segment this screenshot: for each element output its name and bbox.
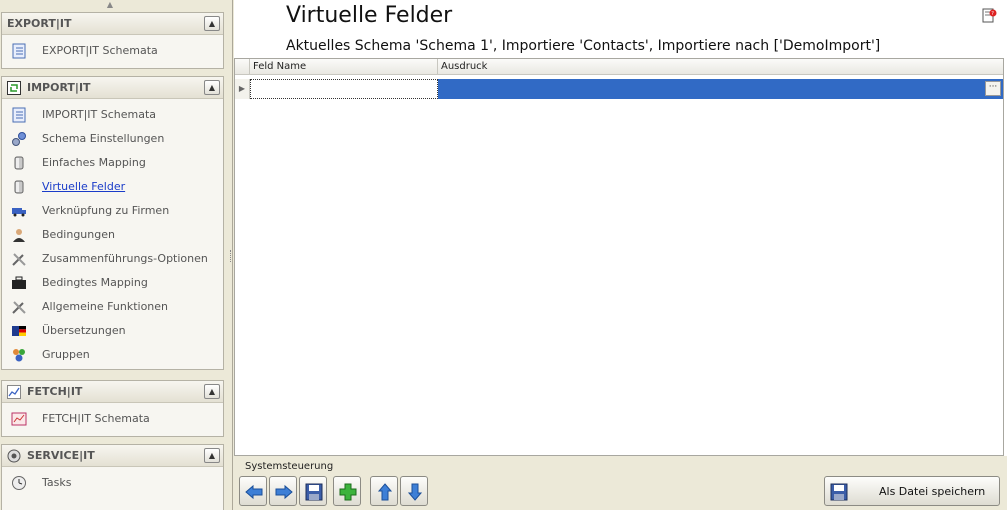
plus-icon (339, 483, 357, 501)
cell-ausdruck[interactable]: ··· (438, 79, 1003, 99)
group-export-it: EXPORT|IT ▲ EXPORT|IT Schemata (1, 12, 224, 69)
group-title: FETCH|IT (27, 385, 83, 398)
back-button[interactable] (239, 476, 267, 506)
group-header-export-it[interactable]: EXPORT|IT ▲ (2, 13, 223, 35)
virtual-fields-grid[interactable]: Feld Name Ausdruck ▶ ··· (234, 58, 1004, 456)
list-icon (12, 43, 26, 59)
save-button[interactable] (299, 476, 327, 506)
service-icon (7, 449, 21, 463)
sidebar-item-label: Gruppen (42, 348, 90, 361)
chart-icon (7, 385, 21, 399)
sidebar-item-label: Bedingtes Mapping (42, 276, 148, 289)
cell-feld-name[interactable] (250, 79, 438, 99)
chart-icon (11, 412, 27, 426)
sidebar-item-verknuepfung[interactable]: Verknüpfung zu Firmen (11, 201, 221, 221)
sidebar-item-uebersetzungen[interactable]: Übersetzungen (11, 321, 221, 341)
floppy-disk-icon (830, 483, 848, 501)
import-icon (7, 81, 21, 95)
help-icon[interactable]: ? (981, 8, 997, 24)
sidebar-item-label: Übersetzungen (42, 324, 126, 337)
group-header-fetch-it[interactable]: FETCH|IT ▲ (2, 381, 223, 403)
group-import-it: IMPORT|IT ▲ IMPORT|IT Schemata Schema Ei… (1, 76, 224, 370)
sidebar-item-label: Einfaches Mapping (42, 156, 146, 169)
sidebar-item-label: Zusammenführungs-Optionen (42, 252, 208, 265)
sidebar-item-schema-einstellungen[interactable]: Schema Einstellungen (11, 129, 221, 149)
scroll-up-icon[interactable]: ▲ (104, 1, 116, 9)
collapse-icon[interactable]: ▲ (204, 384, 220, 399)
truck-icon (12, 208, 26, 217)
column-header-ausdruck[interactable]: Ausdruck (438, 59, 1003, 75)
group-fetch-it: FETCH|IT ▲ FETCH|IT Schemata (1, 380, 224, 437)
sidebar-item-label: Bedingungen (42, 228, 115, 241)
move-down-button[interactable] (400, 476, 428, 506)
svg-text:?: ? (991, 11, 994, 17)
column-header-feld-name[interactable]: Feld Name (250, 59, 438, 75)
briefcase-icon (12, 276, 26, 289)
user-icon (13, 229, 25, 242)
arrow-left-icon (245, 484, 263, 500)
tools-icon (12, 253, 26, 266)
sidebar-item-label: FETCH|IT Schemata (42, 412, 150, 425)
sidebar-item-label: Verknüpfung zu Firmen (42, 204, 170, 217)
sidebar-item-virtuelle-felder[interactable]: Virtuelle Felder (11, 177, 221, 197)
group-title: EXPORT|IT (7, 17, 72, 30)
floppy-disk-icon (305, 483, 323, 501)
row-indicator-header (235, 59, 250, 75)
arrow-right-icon (275, 484, 293, 500)
sidebar: ▲ EXPORT|IT ▲ EXPORT|IT Schemata IMPORT|… (0, 0, 229, 510)
sidebar-item-label: IMPORT|IT Schemata (42, 108, 157, 121)
splitter[interactable] (229, 0, 233, 510)
save-as-file-label: Als Datei speichern (879, 485, 986, 498)
sidebar-item-label: Schema Einstellungen (42, 132, 165, 145)
flags-icon (12, 326, 26, 336)
row-indicator-icon[interactable]: ▶ (235, 79, 250, 99)
group-title: IMPORT|IT (27, 81, 91, 94)
clock-icon (12, 476, 26, 490)
main-panel: Virtuelle Felder Aktuelles Schema 'Schem… (234, 0, 1007, 510)
save-as-file-button[interactable]: Als Datei speichern (824, 476, 1000, 506)
tools-icon (12, 301, 26, 314)
page-title: Virtuelle Felder (286, 3, 453, 28)
list-icon (12, 107, 26, 123)
sidebar-item-import-schemata[interactable]: IMPORT|IT Schemata (11, 105, 221, 125)
ellipsis-button[interactable]: ··· (985, 81, 1001, 96)
sidebar-item-gruppen[interactable]: Gruppen (11, 345, 221, 365)
grid-header: Feld Name Ausdruck (235, 59, 1003, 75)
sidebar-item-bedingtes-mapping[interactable]: Bedingtes Mapping (11, 273, 221, 293)
add-button[interactable] (333, 476, 361, 506)
toolbar-label: Systemsteuerung (245, 461, 334, 472)
group-title: SERVICE|IT (27, 449, 95, 462)
group-header-import-it[interactable]: IMPORT|IT ▲ (2, 77, 223, 99)
sidebar-item-zusammenfuehrung[interactable]: Zusammenführungs-Optionen (11, 249, 221, 269)
collapse-icon[interactable]: ▲ (204, 80, 220, 95)
collapse-icon[interactable]: ▲ (204, 448, 220, 463)
sidebar-item-einfaches-mapping[interactable]: Einfaches Mapping (11, 153, 221, 173)
sidebar-item-label: Virtuelle Felder (42, 180, 126, 193)
sidebar-item-fetch-schemata[interactable]: FETCH|IT Schemata (11, 409, 221, 429)
sidebar-item-label: Tasks (42, 476, 72, 489)
splitter-grip[interactable] (230, 250, 232, 262)
sidebar-item-allgemeine-funktionen[interactable]: Allgemeine Funktionen (11, 297, 221, 317)
group-header-service-it[interactable]: SERVICE|IT ▲ (2, 445, 223, 467)
table-row[interactable]: ▶ ··· (235, 79, 1003, 99)
collapse-icon[interactable]: ▲ (204, 16, 220, 31)
forward-button[interactable] (269, 476, 297, 506)
move-up-button[interactable] (370, 476, 398, 506)
cylinder-icon (14, 156, 24, 170)
group-service-it: SERVICE|IT ▲ Tasks (1, 444, 224, 510)
cylinder-icon (14, 180, 24, 194)
gears-icon (12, 132, 26, 146)
arrow-down-icon (407, 483, 423, 501)
users-icon (13, 349, 25, 362)
page-subtitle: Aktuelles Schema 'Schema 1', Importiere … (286, 38, 881, 54)
sidebar-item-label: EXPORT|IT Schemata (42, 44, 158, 57)
arrow-up-icon (377, 483, 393, 501)
sidebar-item-bedingungen[interactable]: Bedingungen (11, 225, 221, 245)
sidebar-item-label: Allgemeine Funktionen (42, 300, 169, 313)
sidebar-item-tasks[interactable]: Tasks (11, 473, 221, 493)
sidebar-item-export-schemata[interactable]: EXPORT|IT Schemata (11, 41, 221, 61)
